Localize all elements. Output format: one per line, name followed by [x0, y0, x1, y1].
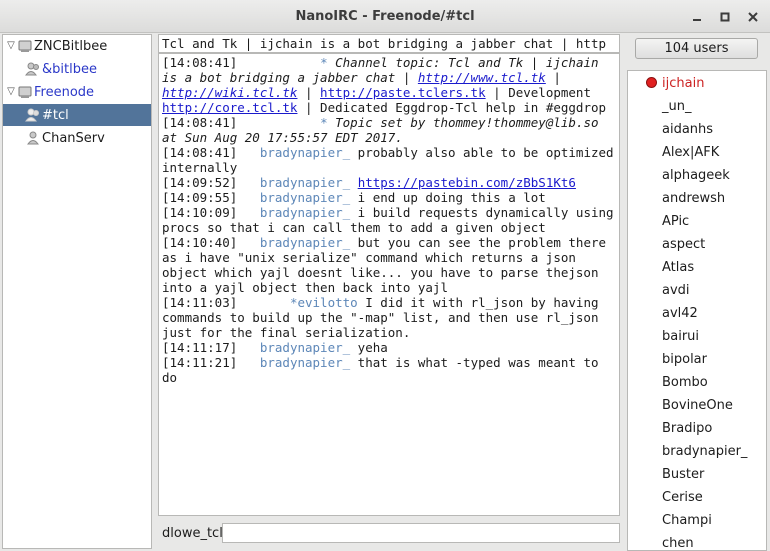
tree-item-chanserv[interactable]: ChanServ	[3, 127, 151, 149]
user-item[interactable]: avl42	[662, 302, 698, 325]
message-line: [14:09:55] bradynapier_ i end up doing t…	[162, 190, 546, 205]
user-item[interactable]: Buster	[662, 463, 704, 486]
close-icon[interactable]	[742, 6, 764, 28]
user-item[interactable]: aspect	[662, 233, 705, 256]
user-item[interactable]: alphageek	[662, 164, 730, 187]
user-item[interactable]: chen	[662, 532, 694, 550]
minimize-icon[interactable]	[686, 6, 708, 28]
channel-tree: ▽ ZNCBitlbee &bitlbee ▽ Freenode #tcl Ch…	[2, 34, 152, 549]
users-icon	[25, 107, 41, 123]
chat-log[interactable]: [14:08:41] * Channel topic: Tcl and Tk |…	[158, 53, 620, 516]
user-item[interactable]: Bombo	[662, 371, 708, 394]
op-status-icon	[646, 77, 657, 88]
message-line: [14:11:21] bradynapier_ that is what -ty…	[162, 355, 607, 385]
user-item[interactable]: bipolar	[662, 348, 707, 371]
user-item[interactable]: APic	[662, 210, 689, 233]
user-item[interactable]: Cerise	[662, 486, 703, 509]
tree-item-label: Freenode	[34, 84, 95, 100]
message-line: [14:09:52] bradynapier_ https://pastebin…	[162, 175, 576, 190]
tree-item-zncbitlbee[interactable]: ▽ ZNCBitlbee	[3, 35, 151, 57]
message-line: [14:08:41] bradynapier_ probably also ab…	[162, 145, 614, 175]
server-icon	[17, 38, 33, 54]
user-item[interactable]: aidanhs	[662, 118, 713, 141]
link-tcl-tk[interactable]: http://www.tcl.tk	[418, 70, 546, 85]
tree-item-label: #tcl	[42, 107, 69, 123]
tree-item-freenode[interactable]: ▽ Freenode	[3, 81, 151, 103]
user-item[interactable]: ijchain	[662, 72, 704, 95]
user-item[interactable]: Atlas	[662, 256, 694, 279]
server-icon	[17, 84, 33, 100]
own-nick-label: dlowe_tcl	[162, 525, 223, 541]
maximize-icon[interactable]	[714, 6, 736, 28]
input-row: dlowe_tcl	[158, 522, 620, 544]
message-line: [14:11:03] *evilotto I did it with rl_js…	[162, 295, 607, 340]
tree-item-label: &bitlbee	[42, 61, 97, 77]
message-line: [14:10:09] bradynapier_ i build requests…	[162, 205, 614, 235]
user-item[interactable]: bradynapier_	[662, 440, 747, 463]
expand-arrow-icon[interactable]: ▽	[5, 40, 17, 52]
user-count-button[interactable]: 104 users	[635, 38, 758, 59]
user-item[interactable]: Alex|AFK	[662, 141, 719, 164]
title-bar: NanoIRC - Freenode/#tcl	[0, 0, 770, 33]
topic-bar[interactable]: Tcl and Tk | ijchain is a bot bridging a…	[158, 34, 620, 53]
user-list[interactable]: ijchain _un_ aidanhs Alex|AFK alphageek …	[627, 70, 767, 551]
user-item[interactable]: andrewsh	[662, 187, 725, 210]
tree-item-label: ChanServ	[42, 130, 105, 146]
user-item[interactable]: avdi	[662, 279, 690, 302]
tree-item-bitlbee[interactable]: &bitlbee	[3, 58, 151, 80]
expand-arrow-icon[interactable]: ▽	[5, 86, 17, 98]
user-item[interactable]: bairui	[662, 325, 699, 348]
window-title: NanoIRC - Freenode/#tcl	[295, 8, 475, 24]
user-item[interactable]: Champi	[662, 509, 712, 532]
users-icon	[25, 61, 41, 77]
message-line: [14:08:41] * Topic set by thommey!thomme…	[162, 115, 607, 145]
message-line: [14:11:17] bradynapier_ yeha	[162, 340, 388, 355]
message-input[interactable]	[222, 523, 620, 543]
link-core-tcl-tk[interactable]: http://core.tcl.tk	[162, 100, 297, 115]
user-item[interactable]: _un_	[662, 95, 691, 118]
user-item[interactable]: Bradipo	[662, 417, 712, 440]
tree-item-label: ZNCBitlbee	[34, 38, 108, 54]
link-paste-tclers[interactable]: http://paste.tclers.tk	[320, 85, 486, 100]
message-line: [14:10:40] bradynapier_ but you can see …	[162, 235, 614, 295]
user-icon	[25, 130, 41, 146]
link-pastebin[interactable]: https://pastebin.com/zBbS1Kt6	[358, 175, 576, 190]
tree-item-tcl[interactable]: #tcl	[3, 104, 151, 126]
link-wiki-tcl-tk[interactable]: http://wiki.tcl.tk	[162, 85, 297, 100]
message-line: [14:08:41] * Channel topic: Tcl and Tk |…	[162, 55, 607, 115]
user-item[interactable]: BovineOne	[662, 394, 733, 417]
